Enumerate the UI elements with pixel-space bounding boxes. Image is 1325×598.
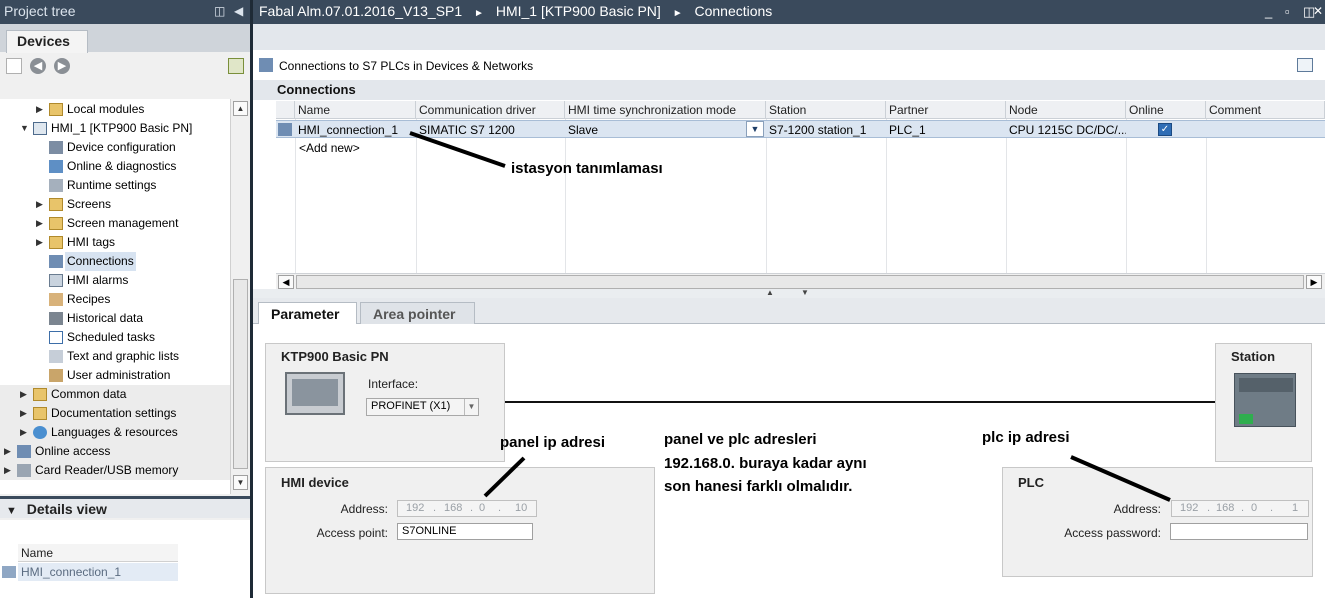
annotation-panel-ip: panel ip adresi	[500, 434, 606, 451]
annotation-line	[409, 131, 506, 168]
annotation-plc-ip: plc ip adresi	[982, 429, 1070, 446]
annotation-station: istasyon tanımlaması	[511, 160, 663, 177]
annotation-note-line2: 192.168.0. buraya kadar aynı	[664, 455, 867, 472]
annotation-line	[483, 456, 526, 498]
annotation-note-line1: panel ve plc adresleri	[664, 431, 817, 448]
annotation-lines	[409, 131, 1171, 502]
annotation-line	[1070, 455, 1171, 502]
annotation-note-line3: son hanesi farklı olmalıdır.	[664, 478, 853, 495]
